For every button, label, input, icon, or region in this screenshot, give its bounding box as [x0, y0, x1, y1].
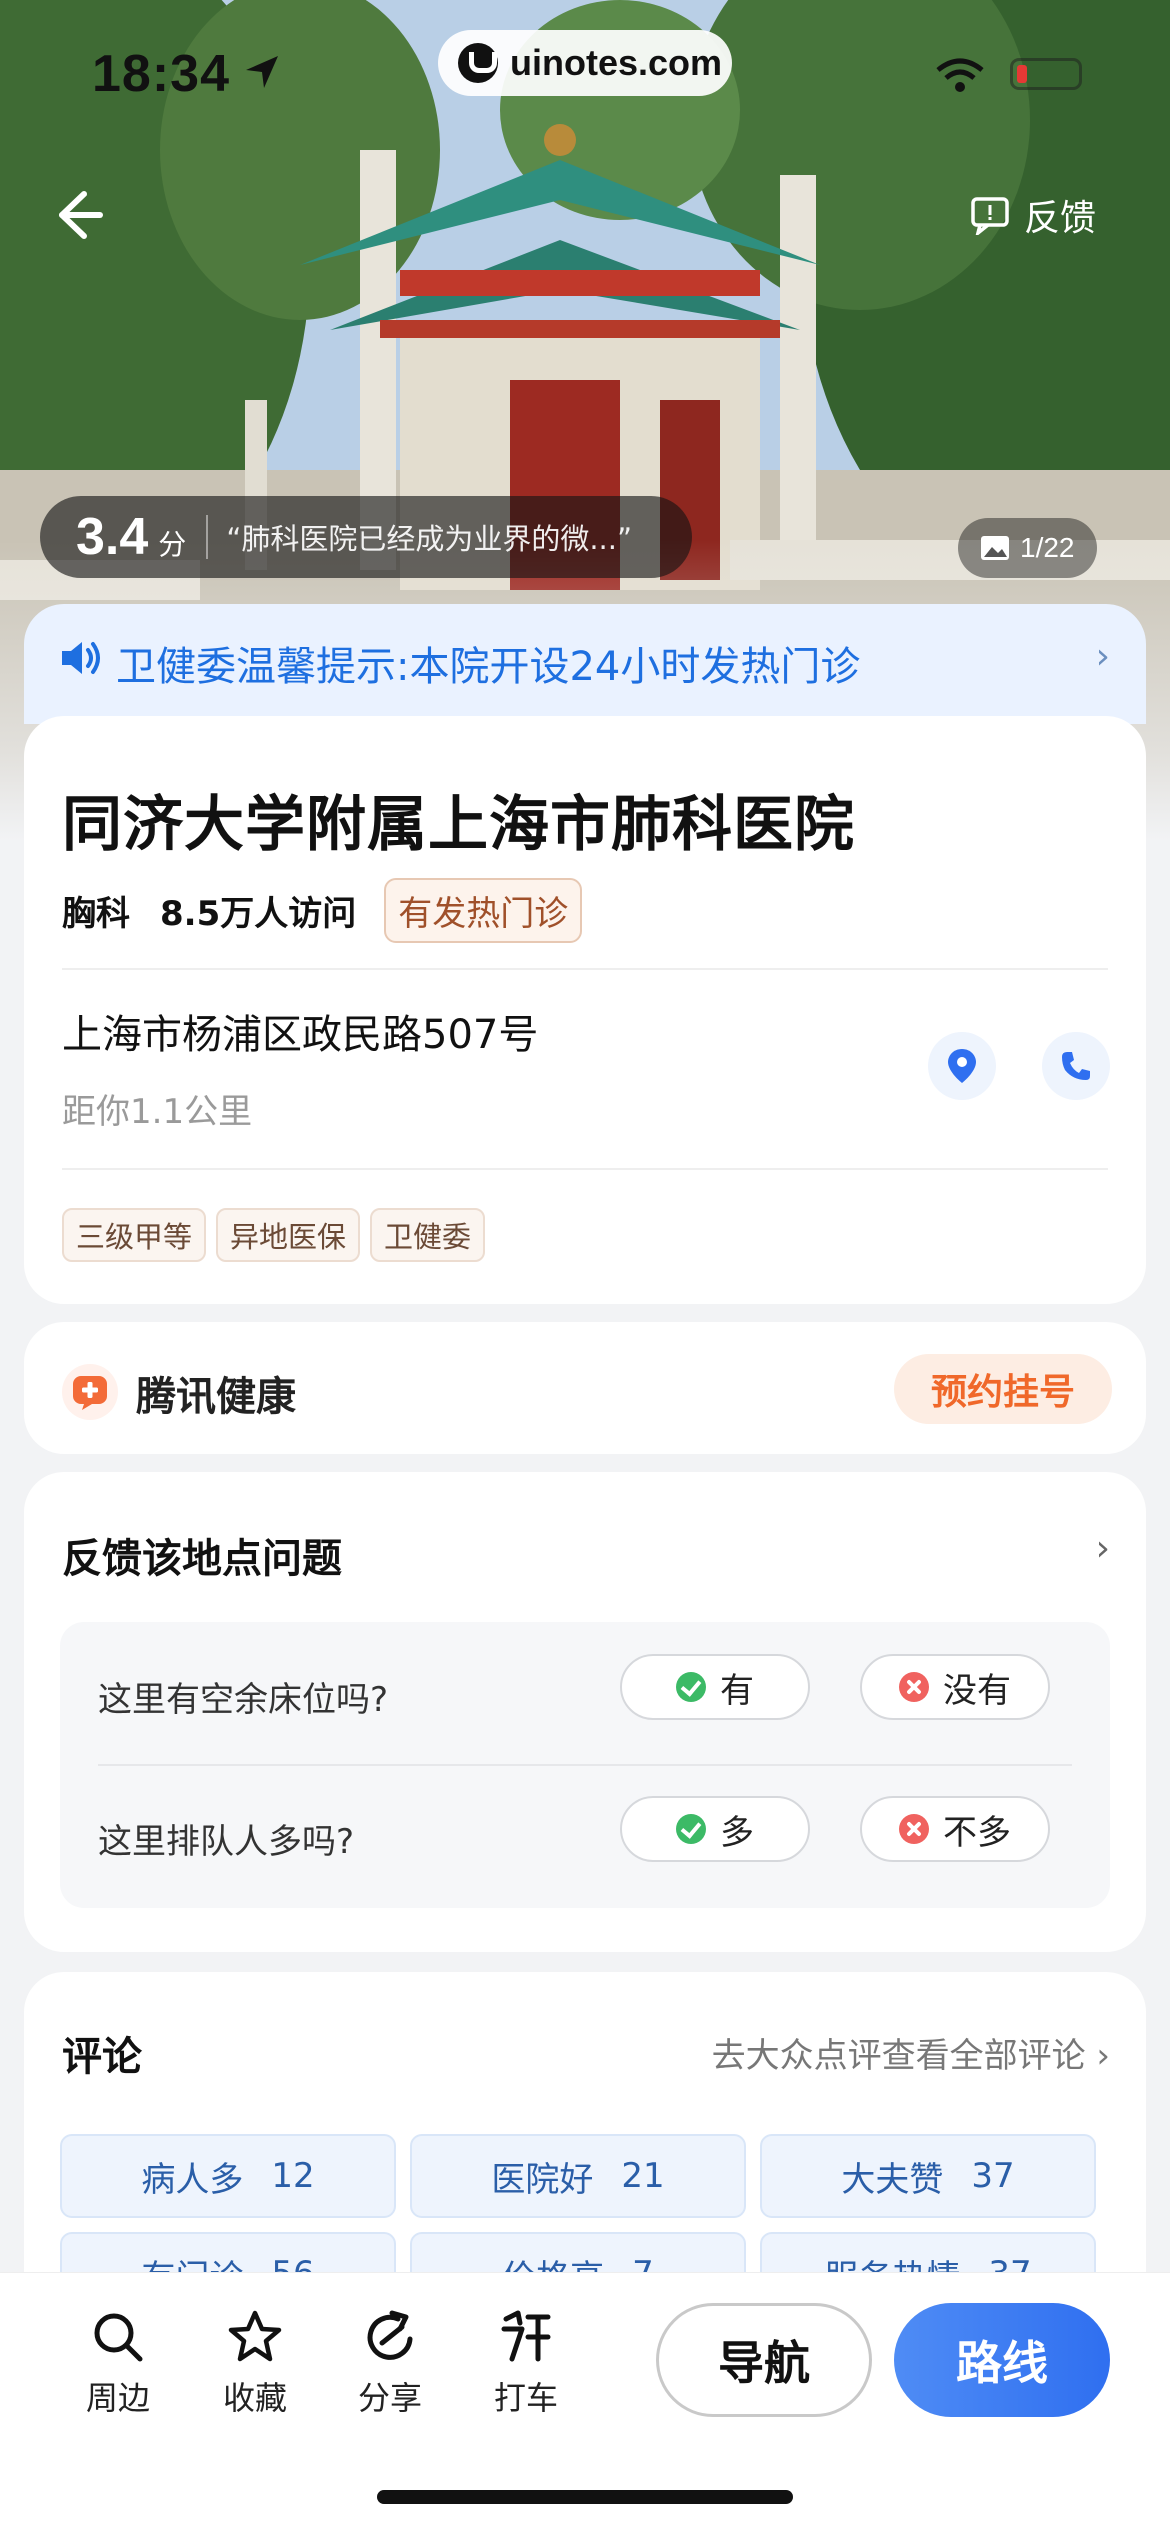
- check-circle-icon: [676, 1672, 706, 1702]
- feedback-button[interactable]: 反馈: [970, 190, 1096, 240]
- tag-chip[interactable]: 异地医保: [216, 1208, 361, 1262]
- map-pin-icon: [948, 1049, 976, 1083]
- feedback-section-title[interactable]: 反馈该地点问题: [62, 1526, 342, 1584]
- close-circle-icon: [899, 1672, 929, 1702]
- fever-clinic-badge: 有发热门诊: [384, 878, 583, 943]
- phone-icon: [1062, 1052, 1090, 1080]
- review-tag-chip[interactable]: 病人多 12: [60, 2134, 396, 2218]
- feedback-icon: [971, 197, 1009, 235]
- divider: [98, 1764, 1072, 1766]
- hospital-name: 同济大学附属上海市肺科医院: [62, 790, 855, 860]
- location-feedback-card: 反馈该地点问题 › 这里有空余床位吗? 有 没有 这里排队人多吗? 多 不多: [24, 1472, 1146, 1952]
- review-tag-chip[interactable]: 医院好 21: [410, 2134, 746, 2218]
- answer-no-button[interactable]: 没有: [860, 1654, 1050, 1720]
- all-reviews-link[interactable]: 去大众点评查看全部评论 ›: [712, 2028, 1110, 2077]
- answer-no-button[interactable]: 不多: [860, 1796, 1050, 1862]
- share-label: 分享: [357, 2379, 422, 2417]
- review-tag-chip[interactable]: 大夫赞 37: [760, 2134, 1096, 2218]
- reviews-title: 评论: [62, 2034, 142, 2080]
- chevron-right-icon: ›: [1095, 636, 1110, 677]
- navigate-button[interactable]: 导航: [656, 2303, 872, 2417]
- star-icon: [228, 2310, 282, 2362]
- notice-banner[interactable]: 卫健委温馨提示:本院开设24小时发热门诊 ›: [24, 604, 1146, 724]
- share-button[interactable]: 分享: [340, 2309, 440, 2419]
- url-pill: uinotes.com: [438, 30, 732, 96]
- health-title: 腾讯健康: [136, 1374, 296, 1420]
- wifi-icon: [936, 58, 984, 92]
- phone-button[interactable]: [1042, 1032, 1110, 1100]
- uinotes-logo-icon: [458, 43, 498, 83]
- answer-yes-button[interactable]: 多: [620, 1796, 810, 1862]
- rating-summary[interactable]: 3.4 分 “肺科医院已经成为业界的微...”: [40, 496, 692, 578]
- location-arrow-icon: [246, 56, 278, 88]
- taxi-label: 打车: [493, 2379, 558, 2417]
- rating-unit: 分: [158, 528, 187, 561]
- favorite-button[interactable]: 收藏: [205, 2309, 305, 2419]
- status-time: 18:34: [92, 45, 230, 103]
- hospital-info-card: 同济大学附属上海市肺科医院 胸科 8.5万人访问 有发热门诊 上海市杨浦区政民路…: [24, 716, 1146, 1304]
- chip-label: 病人多: [141, 2159, 244, 2200]
- divider: [62, 968, 1108, 970]
- chip-count: 37: [971, 2156, 1015, 2196]
- department-label: 胸科: [62, 894, 130, 934]
- tencent-health-icon: [62, 1364, 118, 1420]
- tag-list: 三级甲等 异地医保 卫健委: [62, 1208, 486, 1262]
- favorite-label: 收藏: [222, 2379, 287, 2417]
- photo-count-badge[interactable]: 1/22: [958, 518, 1097, 578]
- close-circle-icon: [899, 1814, 929, 1844]
- share-icon: [367, 2310, 413, 2360]
- distance-text: 距你1.1公里: [62, 1092, 253, 1132]
- url-text: uinotes.com: [510, 42, 723, 83]
- question-beds: 这里有空余床位吗?: [98, 1680, 389, 1720]
- nearby-button[interactable]: 周边: [68, 2309, 168, 2419]
- back-arrow-icon[interactable]: [40, 180, 110, 250]
- feedback-questions: 这里有空余床位吗? 有 没有 这里排队人多吗? 多 不多: [60, 1622, 1110, 1908]
- chevron-right-icon[interactable]: ›: [1096, 1528, 1110, 1569]
- answer-label: 有: [720, 1670, 754, 1711]
- chip-count: 12: [271, 2156, 315, 2196]
- divider: [62, 1168, 1108, 1170]
- chip-label: 医院好: [491, 2159, 594, 2200]
- photo-count-text: 1/22: [1020, 532, 1075, 563]
- tag-chip[interactable]: 卫健委: [370, 1208, 486, 1262]
- answer-label: 不多: [943, 1812, 1011, 1853]
- check-circle-icon: [676, 1814, 706, 1844]
- taxi-button[interactable]: 打车: [476, 2309, 576, 2419]
- route-button[interactable]: 路线: [894, 2303, 1110, 2417]
- notice-text: 卫健委温馨提示:本院开设24小时发热门诊: [116, 644, 861, 690]
- map-pin-button[interactable]: [928, 1032, 996, 1100]
- book-appointment-button[interactable]: 预约挂号: [894, 1354, 1112, 1424]
- rating-score: 3.4: [76, 508, 149, 566]
- battery-icon: [1010, 58, 1082, 90]
- hospital-meta: 胸科 8.5万人访问 有发热门诊: [62, 878, 583, 943]
- chip-count: 21: [621, 2156, 665, 2196]
- chevron-right-icon: ›: [1096, 2036, 1110, 2076]
- tencent-health-card[interactable]: 腾讯健康 预约挂号: [24, 1322, 1146, 1454]
- search-icon: [94, 2313, 143, 2362]
- answer-yes-button[interactable]: 有: [620, 1654, 810, 1720]
- answer-label: 没有: [943, 1670, 1011, 1711]
- taxi-icon: [501, 2310, 551, 2362]
- all-reviews-label: 去大众点评查看全部评论: [711, 2036, 1086, 2076]
- tag-chip[interactable]: 三级甲等: [62, 1208, 207, 1262]
- visits-count: 8.5万人访问: [160, 894, 357, 934]
- image-icon: [981, 536, 1009, 560]
- nearby-label: 周边: [85, 2379, 150, 2417]
- chip-label: 大夫赞: [841, 2159, 944, 2200]
- speaker-icon: [62, 642, 100, 674]
- rating-divider: [206, 515, 209, 559]
- question-queue: 这里排队人多吗?: [98, 1822, 355, 1862]
- review-quote: “肺科医院已经成为业界的微...”: [226, 522, 633, 556]
- feedback-label: 反馈: [1024, 198, 1097, 239]
- answer-label: 多: [720, 1812, 754, 1853]
- home-indicator[interactable]: [377, 2490, 793, 2504]
- address-text[interactable]: 上海市杨浦区政民路507号: [62, 1002, 538, 1060]
